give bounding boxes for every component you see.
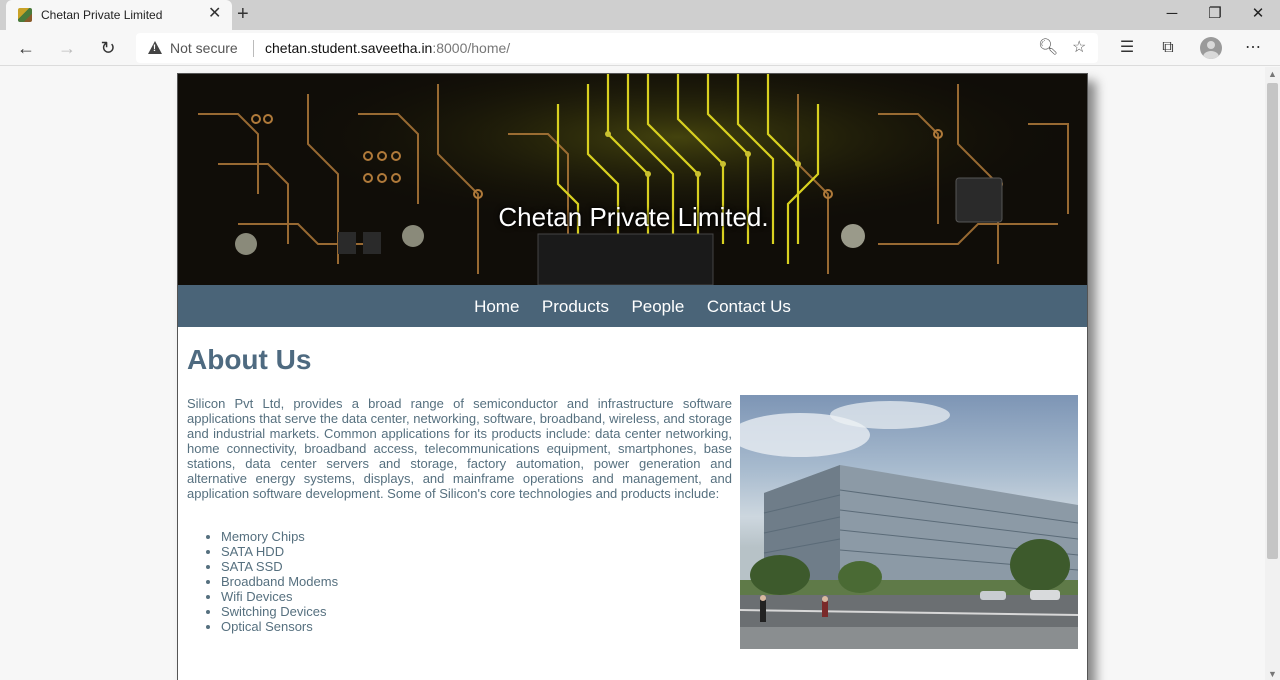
page-viewport: Chetan Private Limited. Home Products Pe… — [0, 67, 1265, 680]
not-secure-label[interactable]: Not secure — [170, 40, 238, 56]
reload-button[interactable]: ↻ — [96, 36, 120, 60]
scroll-down-icon[interactable]: ▼ — [1268, 669, 1277, 679]
nav-people[interactable]: People — [631, 285, 684, 329]
favorites-list-icon[interactable]: ☰ — [1116, 38, 1138, 58]
url-path: :8000/home/ — [432, 40, 511, 56]
browser-tab[interactable]: Chetan Private Limited ✕ — [6, 0, 232, 30]
restore-button[interactable]: ❐ — [1195, 3, 1235, 25]
list-item: SATA SSD — [221, 559, 338, 574]
close-tab-icon[interactable]: ✕ — [208, 5, 221, 23]
main-nav: Home Products People Contact Us — [178, 285, 1087, 327]
banner-title: Chetan Private Limited. — [498, 202, 769, 232]
list-item: Memory Chips — [221, 529, 338, 544]
list-item: SATA HDD — [221, 544, 338, 559]
favicon-icon — [18, 8, 32, 22]
scrollbar-thumb[interactable] — [1267, 83, 1278, 559]
url-text[interactable]: chetan.student.saveetha.in:8000/home/ — [265, 40, 510, 56]
list-item: Switching Devices — [221, 604, 338, 619]
about-paragraph: Silicon Pvt Ltd, provides a broad range … — [187, 396, 732, 501]
tab-strip: Chetan Private Limited ✕ + ─ ❐ ✕ — [0, 0, 1280, 30]
close-window-button[interactable]: ✕ — [1238, 3, 1278, 25]
tab-title: Chetan Private Limited — [41, 8, 163, 22]
collections-icon[interactable]: ⧉ — [1157, 38, 1179, 58]
url-host: chetan.student.saveetha.in — [265, 40, 433, 56]
address-separator — [253, 40, 254, 57]
warning-icon — [148, 41, 162, 54]
forward-button[interactable]: → — [55, 36, 79, 60]
nav-products[interactable]: Products — [542, 285, 609, 329]
page-container: Chetan Private Limited. Home Products Pe… — [177, 73, 1088, 680]
list-item: Wifi Devices — [221, 589, 338, 604]
address-bar[interactable]: Not secure chetan.student.saveetha.in:80… — [136, 33, 1098, 63]
browser-toolbar: ← → ↻ Not secure chetan.student.saveetha… — [0, 30, 1280, 66]
about-heading: About Us — [187, 344, 312, 375]
more-menu-icon[interactable]: ⋯ — [1242, 38, 1264, 58]
profile-avatar[interactable] — [1200, 37, 1222, 59]
back-button[interactable]: ← — [14, 36, 38, 60]
list-item: Optical Sensors — [221, 619, 338, 634]
scroll-up-icon[interactable]: ▲ — [1268, 69, 1277, 79]
zoom-icon[interactable]: 🔍︎ — [1038, 38, 1058, 58]
product-list: Memory Chips SATA HDD SATA SSD Broadband… — [221, 529, 338, 634]
list-item: Broadband Modems — [221, 574, 338, 589]
nav-contact-us[interactable]: Contact Us — [707, 285, 791, 329]
header-banner: Chetan Private Limited. — [178, 74, 1087, 285]
nav-home[interactable]: Home — [474, 285, 519, 329]
circuit-board-image — [178, 74, 1087, 285]
vertical-scrollbar[interactable]: ▲ ▼ — [1265, 67, 1280, 680]
new-tab-button[interactable]: + — [237, 3, 249, 25]
minimize-button[interactable]: ─ — [1152, 3, 1192, 25]
favorite-star-icon[interactable]: ☆ — [1072, 38, 1086, 58]
office-building-image — [740, 395, 1078, 649]
